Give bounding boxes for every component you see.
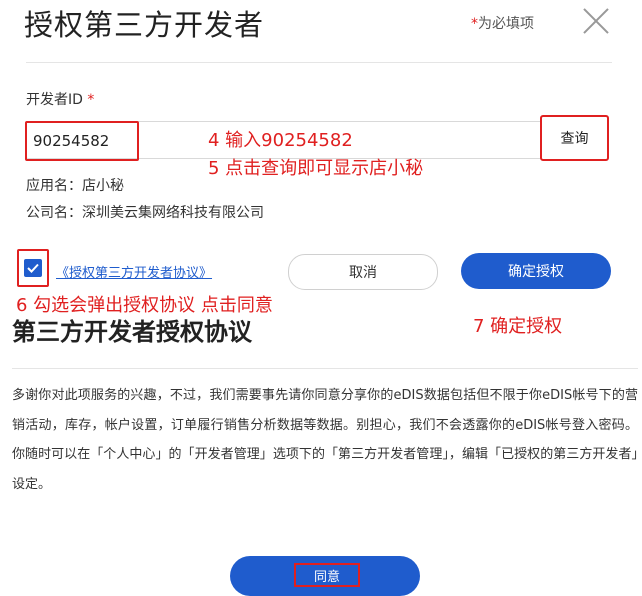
agreement-link[interactable]: 《授权第三方开发者协议》 [56,262,212,281]
annotation-step5: 5 点击查询即可显示店小秘 [208,158,424,179]
developer-id-input[interactable] [25,121,139,161]
checkmark-icon [27,263,39,273]
cancel-button[interactable]: 取消 [288,254,438,290]
agree-button-label[interactable]: 同意 [294,563,360,587]
annotation-step7: 7 确定授权 [473,316,563,337]
developer-id-required-star: * [87,92,95,108]
required-note: *为必填项 [471,13,534,33]
agreement-body: 多谢你对此项服务的兴趣，不过，我们需要事先请你同意分享你的eDIS数据包括但不限… [12,388,638,492]
annotation-step4: 4 输入90254582 [208,130,353,151]
close-icon[interactable] [580,4,612,36]
checkbox-box [24,259,42,277]
app-name: 应用名：店小秘 [26,178,124,194]
required-note-text: 为必填项 [478,16,534,32]
agreement-title: 第三方开发者授权协议 [12,318,252,346]
agreement-divider [12,368,638,369]
developer-id-label-text: 开发者ID [26,92,83,108]
agreement-checkbox[interactable] [17,249,49,287]
company-name: 公司名：深圳美云集网络科技有限公司 [26,205,264,221]
confirm-authorization-button[interactable]: 确定授权 [461,253,611,289]
query-button[interactable]: 查询 [540,115,609,161]
developer-id-label: 开发者ID * [26,89,94,109]
dialog-title: 授权第三方开发者 [24,8,265,42]
header-divider [26,62,612,63]
required-star: * [471,16,478,32]
